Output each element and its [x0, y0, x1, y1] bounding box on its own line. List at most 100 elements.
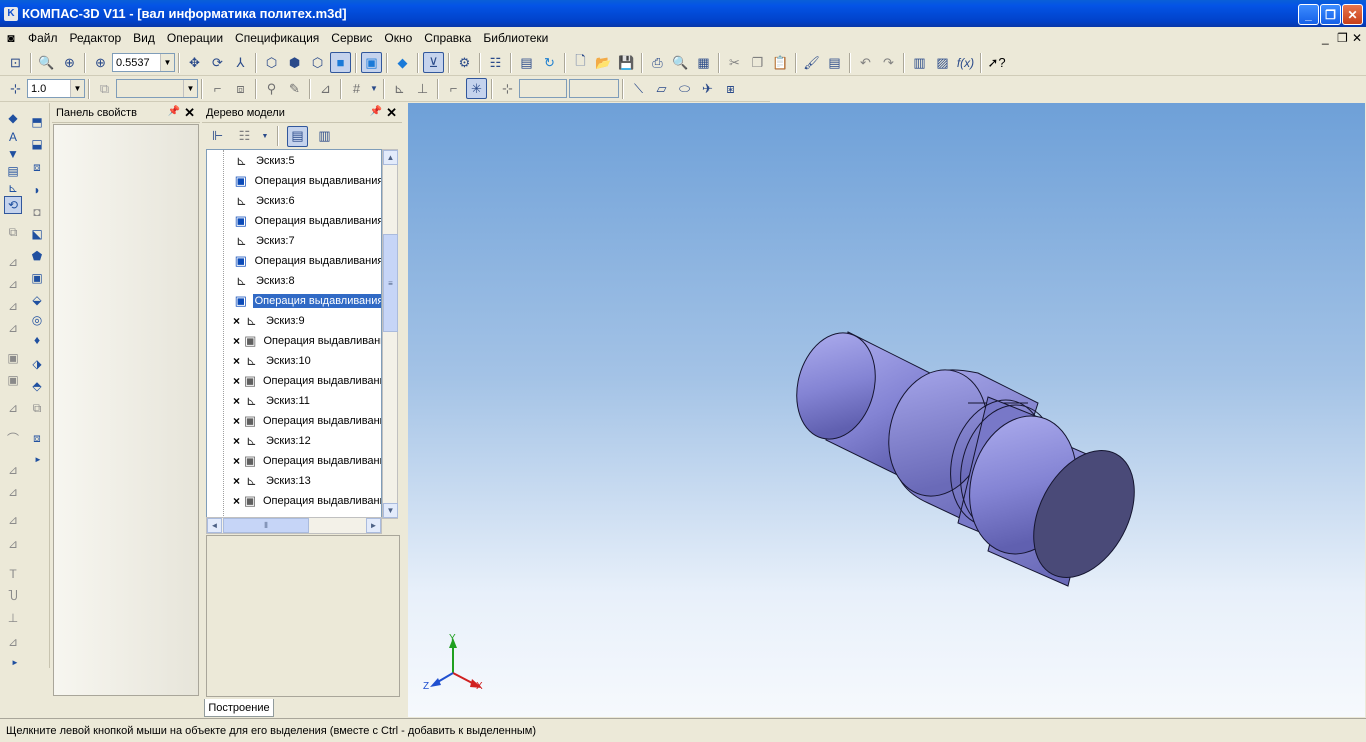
- scroll-down-icon[interactable]: ▼: [383, 503, 398, 518]
- copy-icon[interactable]: ❐: [747, 52, 768, 73]
- tree-vertical-scrollbar[interactable]: ▲ ≡ ▼: [382, 149, 398, 519]
- tree-item[interactable]: ▣ Операция выдавливания:6: [207, 211, 381, 231]
- edit-details-icon[interactable]: ◆: [4, 109, 22, 127]
- spline-icon[interactable]: ⊿: [4, 297, 22, 315]
- menu-edit[interactable]: Редактор: [64, 28, 128, 48]
- orient-icon[interactable]: ⅄: [230, 52, 251, 73]
- shell-icon[interactable]: ⬟: [28, 247, 46, 265]
- tree-item[interactable]: × ⊾ Эскиз:13: [207, 471, 381, 491]
- zoom-in-icon[interactable]: 🔍: [36, 52, 57, 73]
- menu-window[interactable]: Окно: [378, 28, 418, 48]
- selection-filter-icon[interactable]: ▼: [4, 145, 22, 163]
- tree-document-icon[interactable]: ▤: [287, 125, 308, 147]
- manager-icon[interactable]: ▥: [909, 52, 930, 73]
- pin-icon[interactable]: 📌: [168, 106, 180, 117]
- sweep-icon[interactable]: ⊿: [4, 535, 22, 553]
- zoom-frame-icon[interactable]: ⊡: [5, 52, 26, 73]
- document-icon[interactable]: ◙: [0, 29, 22, 47]
- menu-specification[interactable]: Спецификация: [229, 28, 325, 48]
- u-profile-icon[interactable]: Ⴎ: [4, 587, 22, 605]
- tree-item[interactable]: ▣ Операция выдавливания:5: [207, 171, 381, 191]
- point-icon[interactable]: ⊹: [5, 78, 26, 99]
- scroll-right-icon[interactable]: ►: [366, 518, 381, 533]
- refresh-icon[interactable]: ↻: [539, 52, 560, 73]
- kinematic-icon[interactable]: ⧈: [28, 158, 46, 176]
- expand-arrow-icon[interactable]: ►: [10, 653, 20, 671]
- paste-icon[interactable]: 📋: [770, 52, 791, 73]
- expand-arrow-icon[interactable]: ►: [33, 450, 43, 468]
- restore-button[interactable]: ❐: [1320, 4, 1341, 25]
- angle-profile-icon[interactable]: ⊿: [4, 633, 22, 651]
- curve-icon[interactable]: ⊿: [4, 399, 22, 417]
- viewport-3d[interactable]: Y X Z: [408, 103, 1365, 717]
- axis-icon[interactable]: ✈: [697, 78, 718, 99]
- tree-item[interactable]: ⊾ Эскиз:5: [207, 151, 381, 171]
- open-icon[interactable]: 📂: [593, 52, 614, 73]
- tab-construction[interactable]: Построение: [204, 699, 274, 717]
- extrude-icon[interactable]: ⬒: [28, 113, 46, 131]
- arc-icon[interactable]: ⊿: [4, 275, 22, 293]
- tree-item[interactable]: × ⊾ Эскиз:9: [207, 311, 381, 331]
- properties-icon[interactable]: ☷: [485, 52, 506, 73]
- t-profile-icon[interactable]: T: [4, 565, 22, 583]
- tree-structure-icon[interactable]: ⊩: [207, 126, 228, 147]
- scroll-up-icon[interactable]: ▲: [383, 150, 398, 165]
- tree-item[interactable]: × ⊾ Эскиз:10: [207, 351, 381, 371]
- ortho-icon[interactable]: ⊥: [412, 78, 433, 99]
- close-button[interactable]: ✕: [1342, 4, 1363, 25]
- dimensions-icon[interactable]: A: [4, 128, 22, 146]
- save-icon[interactable]: 💾: [616, 52, 637, 73]
- print-setup-icon[interactable]: ▦: [693, 52, 714, 73]
- wireframe-icon[interactable]: ⬡: [261, 52, 282, 73]
- sketch-line-icon[interactable]: ⊿: [4, 253, 22, 271]
- loft-icon[interactable]: ◗: [28, 181, 46, 199]
- sphere-icon[interactable]: ◎: [28, 311, 46, 329]
- measure-tools-icon[interactable]: ⊾: [4, 179, 22, 197]
- cut-icon[interactable]: ✂: [724, 52, 745, 73]
- tree-item[interactable]: ×▣ Операция выдавливания:11: [207, 411, 381, 431]
- tree-item[interactable]: ×▣ Операция выдавливания:10: [207, 371, 381, 391]
- tree-order-icon[interactable]: ☷: [234, 126, 255, 147]
- hidden-thin-icon[interactable]: ⬡: [307, 52, 328, 73]
- doc-restore-button[interactable]: ❐: [1337, 31, 1348, 45]
- rotate-icon[interactable]: ⟳: [207, 52, 228, 73]
- tree-item[interactable]: ⊾ Эскиз:6: [207, 191, 381, 211]
- zoom-out-icon[interactable]: ⊕: [59, 52, 80, 73]
- wire-icon[interactable]: ⊿: [4, 483, 22, 501]
- pan-icon[interactable]: ✥: [184, 52, 205, 73]
- chevron-down-icon[interactable]: ▼: [160, 54, 174, 71]
- halftone-icon[interactable]: ■: [330, 52, 351, 73]
- library-icon[interactable]: ▤: [824, 52, 845, 73]
- tree-item[interactable]: ▣ Операция выдавливания:8: [207, 291, 381, 311]
- filter-icon[interactable]: ⊻: [423, 52, 444, 73]
- undo-icon[interactable]: ↶: [855, 52, 876, 73]
- tree-item[interactable]: × ⊾ Эскиз:12: [207, 431, 381, 451]
- tree-item[interactable]: × ⊾ Эскиз:11: [207, 391, 381, 411]
- halftone-outline-icon[interactable]: ▣: [361, 52, 382, 73]
- l-profile-icon[interactable]: ⊥: [4, 609, 22, 627]
- tree-item[interactable]: ▣ Операция выдавливания:7: [207, 251, 381, 271]
- step-snap-icon[interactable]: ⌐: [443, 78, 464, 99]
- specification-icon[interactable]: ▤: [4, 162, 22, 180]
- rectangle-icon[interactable]: ▣: [4, 349, 22, 367]
- plane-tool-icon[interactable]: ⧈: [28, 429, 46, 447]
- plane-icon[interactable]: ⊿: [315, 78, 336, 99]
- rebuild-icon[interactable]: ▤: [516, 52, 537, 73]
- variables-icon[interactable]: ▨: [932, 52, 953, 73]
- preview-icon[interactable]: 🔍: [670, 52, 691, 73]
- menu-libraries[interactable]: Библиотеки: [477, 28, 554, 48]
- cut-extrude-icon[interactable]: ◘: [28, 203, 46, 221]
- minimize-button[interactable]: _: [1298, 4, 1319, 25]
- fx-icon[interactable]: f(x): [955, 52, 976, 73]
- scroll-thumb[interactable]: ⦀: [223, 518, 309, 533]
- tree-item[interactable]: ⊾ Эскиз:8: [207, 271, 381, 291]
- local-cs-icon[interactable]: ⊾: [389, 78, 410, 99]
- tree-item[interactable]: ×▣ Операция выдавливания:12: [207, 451, 381, 471]
- menu-view[interactable]: Вид: [127, 28, 161, 48]
- menu-help[interactable]: Справка: [418, 28, 477, 48]
- redo-icon[interactable]: ↷: [878, 52, 899, 73]
- sketch-plane-icon[interactable]: ⌐: [207, 78, 228, 99]
- print-icon[interactable]: ⎙: [647, 52, 668, 73]
- grid-icon[interactable]: #: [346, 78, 367, 99]
- snap-icon[interactable]: ⚲: [261, 78, 282, 99]
